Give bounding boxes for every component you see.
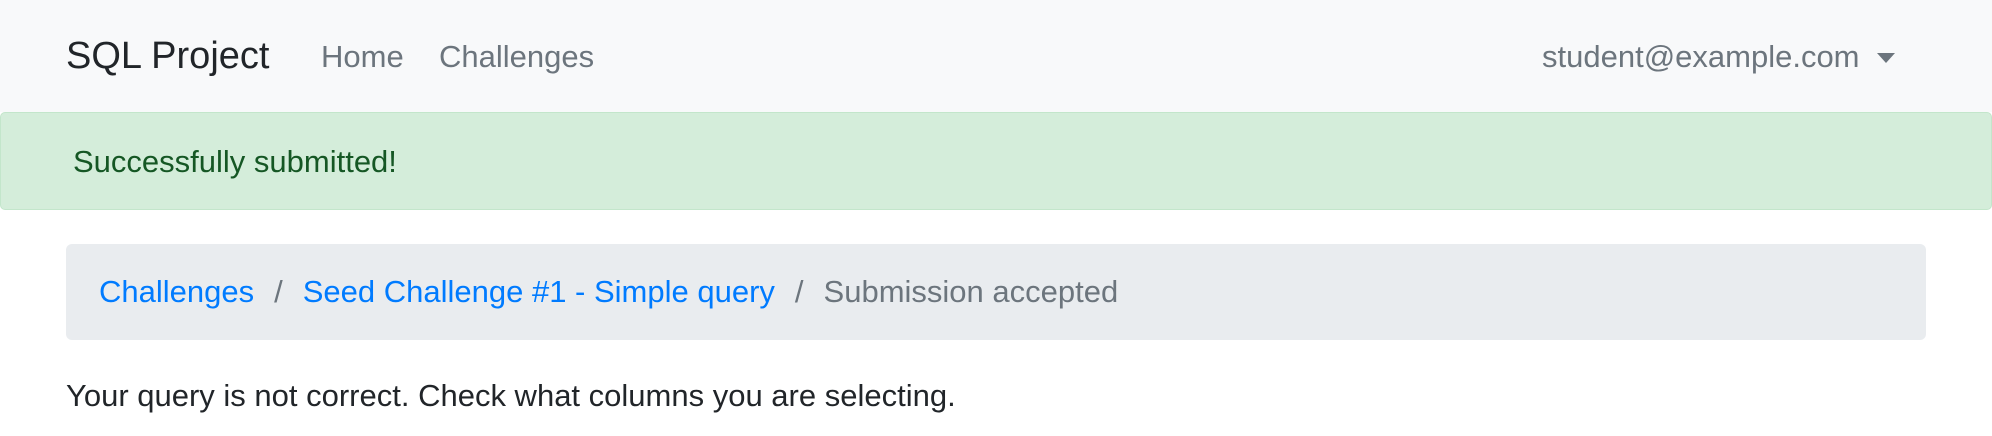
- nav-link-challenges[interactable]: Challenges: [439, 38, 594, 76]
- result-message: Your query is not correct. Check what co…: [66, 378, 956, 413]
- breadcrumb-item-seed-challenge[interactable]: Seed Challenge #1 - Simple query: [303, 273, 775, 311]
- breadcrumb-item-challenges[interactable]: Challenges: [99, 273, 254, 311]
- brand-link[interactable]: SQL Project: [66, 34, 269, 78]
- alert-message: Successfully submitted!: [73, 144, 397, 179]
- nav-link-home[interactable]: Home: [321, 38, 404, 76]
- navbar: SQL Project Home Challenges student@exam…: [0, 0, 1992, 112]
- success-alert: Successfully submitted!: [0, 112, 1992, 210]
- breadcrumb-separator: /: [274, 274, 283, 309]
- chevron-down-icon: [1876, 53, 1895, 63]
- user-email: student@example.com: [1542, 39, 1860, 74]
- breadcrumb: Challenges / Seed Challenge #1 - Simple …: [66, 244, 1926, 340]
- breadcrumb-item-current: Submission accepted: [823, 274, 1119, 309]
- breadcrumb-separator: /: [794, 274, 804, 309]
- breadcrumb-items: Challenges / Seed Challenge #1 - Simple …: [99, 273, 1118, 311]
- user-menu-dropdown[interactable]: student@example.com: [1542, 38, 1895, 76]
